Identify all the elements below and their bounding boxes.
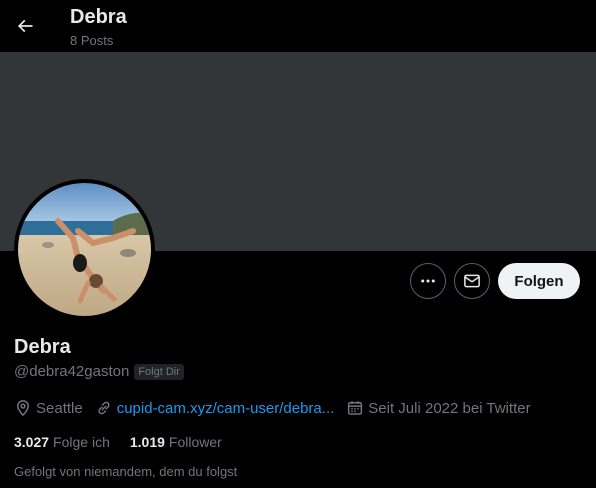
profile-handle: @debra42gaston: [14, 363, 130, 380]
following-label: Folge ich: [53, 434, 110, 450]
link-icon: [98, 401, 110, 415]
website-link[interactable]: cupid-cam.xyz/cam-user/debra...: [117, 400, 335, 417]
follow-counts: 3.027 Folge ich 1.019 Follower: [14, 434, 242, 450]
message-button[interactable]: [454, 263, 490, 299]
followers-count-link[interactable]: 1.019 Follower: [130, 434, 222, 450]
avatar-photo: [18, 183, 151, 316]
follow-button[interactable]: Folgen: [498, 263, 580, 299]
arrow-left-icon: [17, 19, 33, 33]
avatar[interactable]: [14, 179, 155, 320]
header-title: Debra: [70, 6, 127, 28]
envelope-icon: [464, 274, 480, 288]
profile-meta: Seattle cupid-cam.xyz/cam-user/debra... …: [14, 399, 543, 417]
joined-item: Seit Juli 2022 bei Twitter: [346, 399, 531, 417]
post-count: 8 Posts: [70, 33, 114, 48]
more-button[interactable]: [410, 263, 446, 299]
following-count: 3.027: [14, 434, 50, 450]
more-horizontal-icon: [421, 279, 435, 283]
joined-text: Seit Juli 2022 bei Twitter: [368, 399, 531, 417]
follows-you-badge: Folgt Dir: [134, 363, 184, 380]
followers-count: 1.019: [129, 434, 165, 450]
calendar-icon: [348, 401, 363, 415]
followed-by-text: Gefolgt von niemandem, dem du folgst: [14, 464, 238, 479]
top-bar: Debra 8 Posts: [0, 0, 596, 52]
location-pin-icon: [16, 400, 30, 417]
profile-name: Debra: [14, 336, 71, 358]
location-text: Seattle: [36, 399, 83, 417]
handle-row: @debra42gaston Folgt Dir: [14, 363, 184, 380]
website-item[interactable]: cupid-cam.xyz/cam-user/debra...: [95, 399, 335, 417]
following-count-link[interactable]: 3.027 Folge ich: [14, 434, 110, 450]
location-item: Seattle: [14, 399, 83, 417]
followers-label: Follower: [168, 434, 222, 450]
back-button[interactable]: [8, 9, 42, 43]
